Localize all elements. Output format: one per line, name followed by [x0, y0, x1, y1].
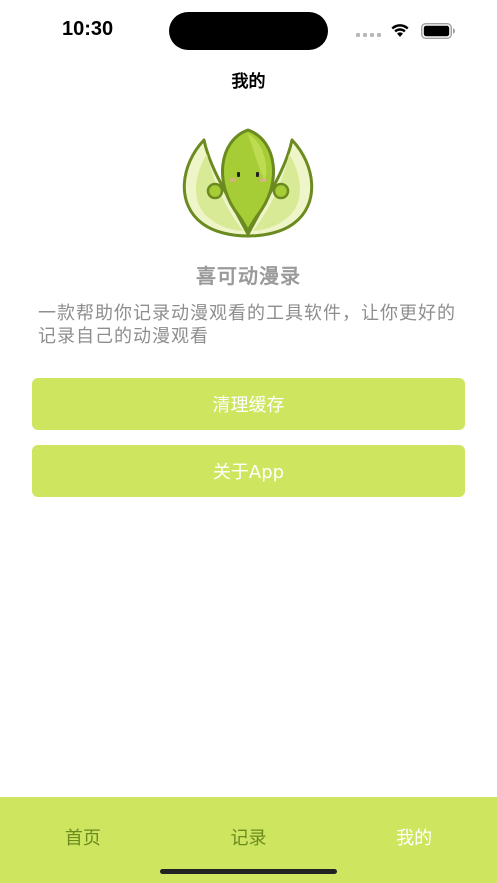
page-title: 我的: [231, 72, 266, 92]
wifi-icon: [391, 24, 409, 37]
app-logo-mascot: [182, 128, 314, 238]
about-app-button[interactable]: 关于App: [32, 445, 465, 497]
app-description: 一款帮助你记录动漫观看的工具软件，让你更好的记录自己的动漫观看: [38, 303, 456, 347]
signal-icon: [356, 33, 382, 37]
clear-cache-button[interactable]: 清理缓存: [32, 378, 465, 430]
status-time: 10:30: [62, 18, 114, 40]
home-indicator: [160, 869, 337, 874]
status-bar: 10:30: [0, 0, 497, 60]
dynamic-island: [169, 12, 328, 50]
tab-mine[interactable]: 我的: [331, 797, 497, 883]
tab-home[interactable]: 首页: [0, 797, 166, 883]
app-name: 喜可动漫录: [196, 264, 301, 288]
battery-icon: [421, 23, 455, 39]
